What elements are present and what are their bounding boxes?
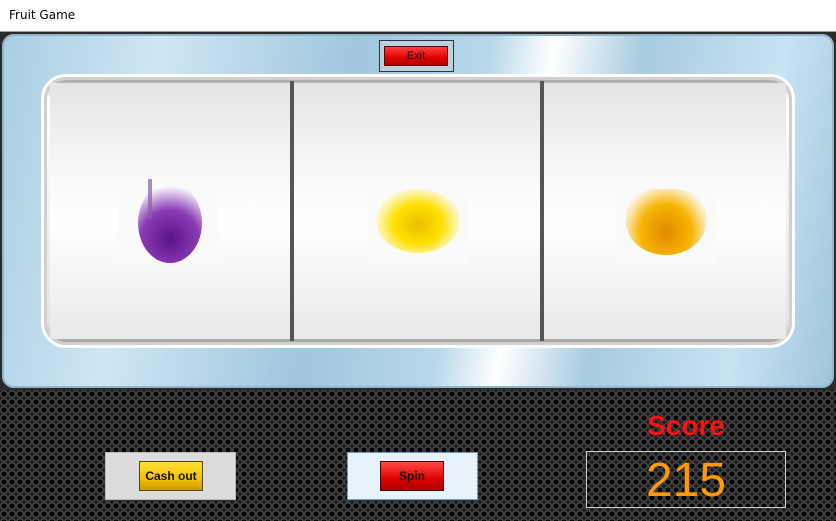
lemon-icon: [376, 189, 460, 253]
cash-out-panel: Cash out: [105, 452, 236, 500]
window-title: Fruit Game: [9, 8, 76, 22]
reel-2: [294, 83, 540, 339]
spin-panel: Spin: [347, 452, 478, 500]
title-bar: Fruit Game: [0, 0, 836, 32]
score-display: 215: [586, 451, 786, 508]
exit-panel: Exit: [379, 40, 454, 72]
plum-stem-icon: [148, 179, 152, 219]
reel-2-symbol: [368, 179, 468, 263]
reel-3-symbol: [616, 179, 716, 263]
reel-1-symbol: [118, 179, 218, 263]
spin-button[interactable]: Spin: [380, 461, 444, 491]
orange-slice-icon: [626, 189, 706, 255]
exit-button[interactable]: Exit: [384, 46, 448, 66]
reel-3: [544, 83, 786, 339]
reel-window: [44, 77, 792, 345]
score-value: 215: [645, 454, 727, 507]
score-label: Score: [647, 410, 725, 441]
reel-1: [50, 83, 290, 339]
cash-out-button[interactable]: Cash out: [139, 461, 203, 491]
